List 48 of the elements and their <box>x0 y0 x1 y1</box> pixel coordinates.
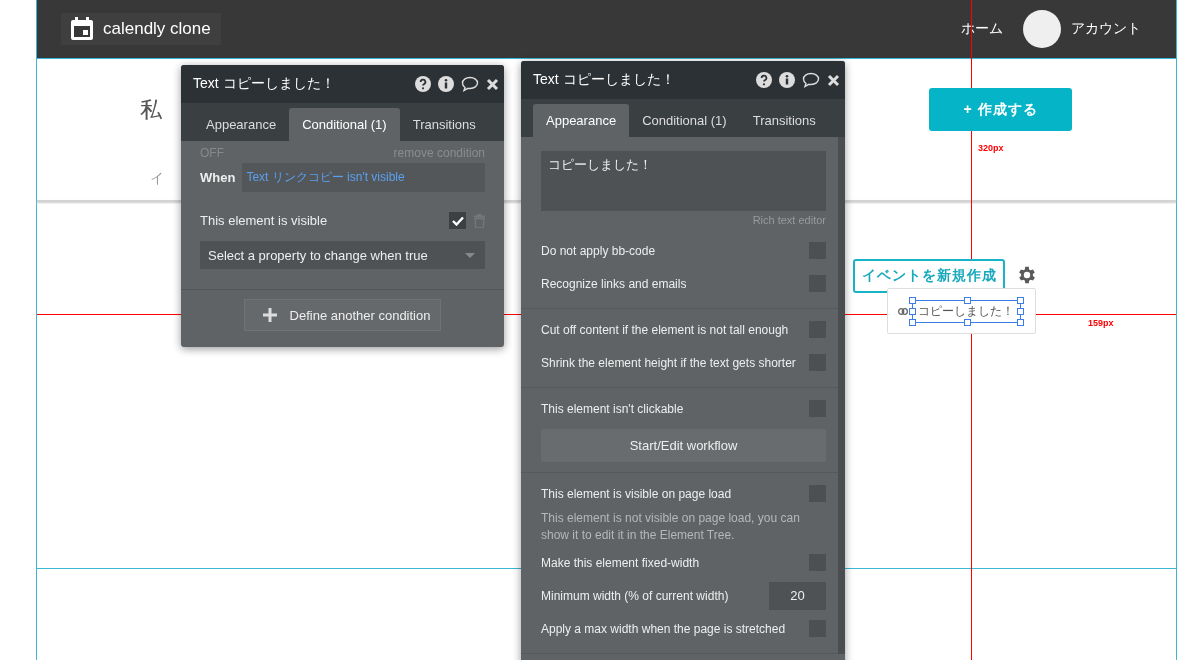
property-dropdown[interactable]: Select a property to change when true <box>200 241 485 269</box>
help-icon[interactable] <box>756 72 772 88</box>
when-label: When <box>200 170 236 185</box>
workflow-button[interactable]: Start/Edit workflow <box>541 429 826 462</box>
option-label: Do not apply bb-code <box>541 243 656 258</box>
scrollbar[interactable] <box>838 137 845 654</box>
option-label: This element is visible on page load <box>541 486 732 501</box>
option-label: Make this element fixed-width <box>541 555 700 570</box>
panel-tab[interactable]: Conditional (1) <box>629 104 740 137</box>
panel-title: Text コピーしました！ <box>193 75 335 93</box>
number-field[interactable]: 20 <box>769 581 826 610</box>
settings-icon[interactable] <box>1016 264 1038 286</box>
panel-tab[interactable]: Appearance <box>533 104 630 137</box>
selected-text[interactable]: コピーしました！ <box>912 299 1021 323</box>
panel-title: Text コピーしました！ <box>533 71 675 89</box>
link-icon <box>898 307 908 315</box>
comment-icon[interactable] <box>461 76 479 92</box>
avatar[interactable] <box>1023 10 1061 48</box>
option-label: Minimum width (% of current width) <box>541 588 729 603</box>
panel-tab[interactable]: Transitions <box>739 104 829 137</box>
plus-icon <box>262 308 277 322</box>
option-label: This element isn't clickable <box>541 401 684 416</box>
page-heading: 私 <box>140 96 162 124</box>
guide-label: 159px <box>1088 318 1114 328</box>
nav-link[interactable]: アカウント <box>1071 20 1141 38</box>
logo-button[interactable]: calendly clone <box>61 13 221 45</box>
panel-tab[interactable]: Transitions <box>399 108 489 141</box>
panel-tab[interactable]: Appearance <box>193 108 290 141</box>
option-label: Apply a max width when the page is stretched <box>541 621 786 636</box>
checkbox[interactable] <box>449 212 466 229</box>
caret-icon <box>465 252 475 258</box>
calendar-icon <box>69 16 95 42</box>
panel-tab[interactable]: Conditional (1) <box>289 108 400 141</box>
info-icon[interactable] <box>779 72 795 88</box>
close-icon[interactable] <box>827 73 840 87</box>
help-note: This element is not visible on page load, you can show it to edit it in the Element Tree. <box>541 510 801 544</box>
option-label: Shrink the element height if the text gets shorter <box>541 355 796 370</box>
option-label: Recognize links and emails <box>541 276 687 291</box>
page-subheading: イ <box>150 170 164 188</box>
help-icon[interactable] <box>415 76 431 92</box>
info-icon[interactable] <box>438 76 454 92</box>
close-icon[interactable] <box>486 77 499 91</box>
guide-label: 320px <box>978 143 1004 153</box>
text-input-field[interactable]: コピーしました！ <box>541 151 826 211</box>
property-label: This element is visible <box>200 213 328 228</box>
comment-icon[interactable] <box>802 72 820 88</box>
define-condition-button[interactable]: Define another condition <box>243 299 442 331</box>
option-label: Cut off content if the element is not tall enough <box>541 322 789 337</box>
